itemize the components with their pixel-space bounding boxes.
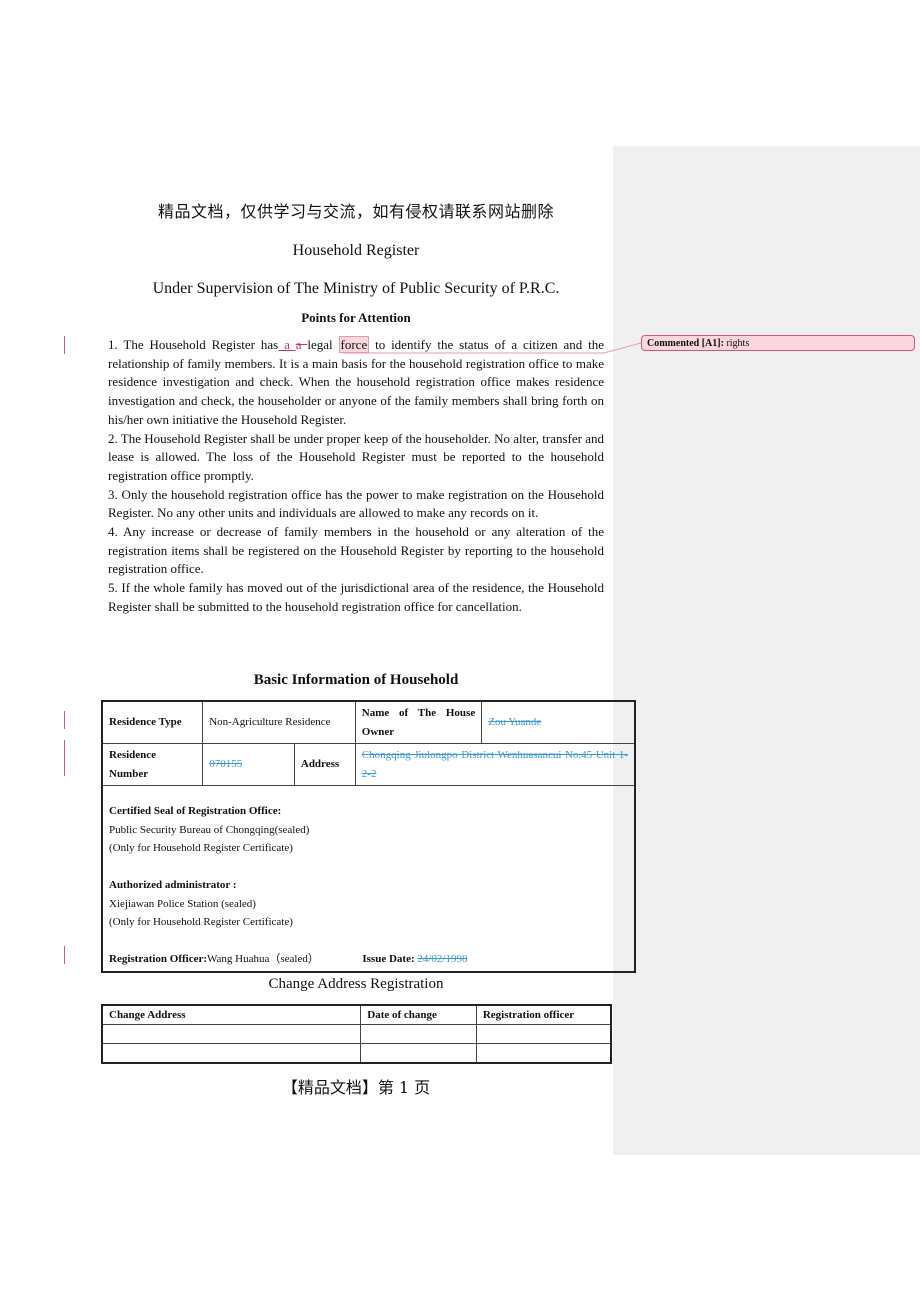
issue-date-label: Issue Date: (362, 953, 415, 965)
point-3: 3. Only the household registration offic… (108, 486, 604, 521)
document-title: Household Register (292, 242, 420, 259)
issue-date-value: 24/02/1998 (417, 953, 468, 965)
owner-value: Zou Yuande (481, 700, 636, 744)
deleted-text: a (295, 337, 308, 352)
comment-text: rights (726, 338, 750, 349)
officer-value: Wang Huahua（sealed） (207, 953, 319, 965)
officer-label: Registration Officer: (109, 953, 208, 965)
points-heading: Points for Attention (301, 310, 411, 325)
table-row (101, 1024, 612, 1044)
table-header-row: Change Address Date of change Registrati… (101, 1004, 612, 1025)
basic-info-table: Residence Type Non-Agriculture Residence… (101, 700, 636, 973)
change-bar (64, 740, 65, 776)
watermark-header: 精品文档，仅供学习与交流，如有侵权请联系网站删除 (157, 202, 554, 221)
seal-line-1: Public Security Bureau of Chongqing(seal… (109, 823, 310, 836)
point-5: 5. If the whole family has moved out of … (108, 580, 604, 614)
column-header: Change Address (101, 1004, 362, 1025)
table-cell (360, 1043, 477, 1064)
change-address-heading: Change Address Registration (268, 976, 444, 992)
change-bar (64, 946, 65, 964)
point-1: 1. The Household Register has a a legal … (108, 336, 604, 427)
seal-label: Certified Seal of Registration Office: (109, 805, 282, 817)
address-value: Chongqing Jiulongpo District Wenhuasancu… (354, 743, 636, 786)
point-4: 4. Any increase or decrease of family me… (108, 524, 604, 577)
inserted-text: a (278, 337, 296, 352)
comment-balloon[interactable]: Commented [A1]: rights (641, 335, 915, 351)
admin-label: Authorized administrator : (109, 879, 237, 891)
basic-info-heading: Basic Information of Household (253, 672, 459, 688)
change-bar (64, 711, 65, 729)
residence-number-value: 070155 (202, 743, 295, 786)
admin-line-1: Xiejiawan Police Station (sealed) (109, 897, 256, 910)
residence-type-label: Residence Type (101, 700, 204, 744)
table-cell (101, 1043, 362, 1064)
column-header: Date of change (360, 1004, 477, 1025)
point-2: 2. The Household Register shall be under… (108, 430, 604, 483)
change-address-table: Change Address Date of change Registrati… (101, 1004, 612, 1064)
comment-pane (613, 146, 920, 1155)
column-header: Registration officer (475, 1004, 612, 1025)
document-subtitle: Under Supervision of The Ministry of Pub… (152, 280, 560, 297)
comment-label: Commented [A1]: (647, 338, 724, 349)
table-row (101, 1043, 612, 1064)
officer-line: Registration Officer:Wang Huahua（sealed）… (109, 950, 628, 969)
address-label: Address (293, 743, 356, 786)
change-bar (64, 336, 65, 354)
table-cell (475, 1043, 612, 1064)
seal-line-2: (Only for Household Register Certificate… (109, 842, 293, 854)
residence-type-value: Non-Agriculture Residence (202, 700, 356, 744)
certification-cell: Certified Seal of Registration Office: P… (101, 785, 636, 972)
residence-number-label: Residence Number (101, 743, 204, 786)
table-cell (360, 1024, 477, 1044)
table-cell (475, 1024, 612, 1044)
commented-text[interactable]: force (338, 336, 370, 353)
owner-label: Name of The House Owner (354, 700, 483, 744)
admin-line-2: (Only for Household Register Certificate… (109, 916, 293, 928)
points-body: 1. The Household Register has a a legal … (108, 336, 604, 617)
table-cell (101, 1024, 362, 1044)
page-footer: 【精品文档】第 1 页 (281, 1078, 431, 1097)
